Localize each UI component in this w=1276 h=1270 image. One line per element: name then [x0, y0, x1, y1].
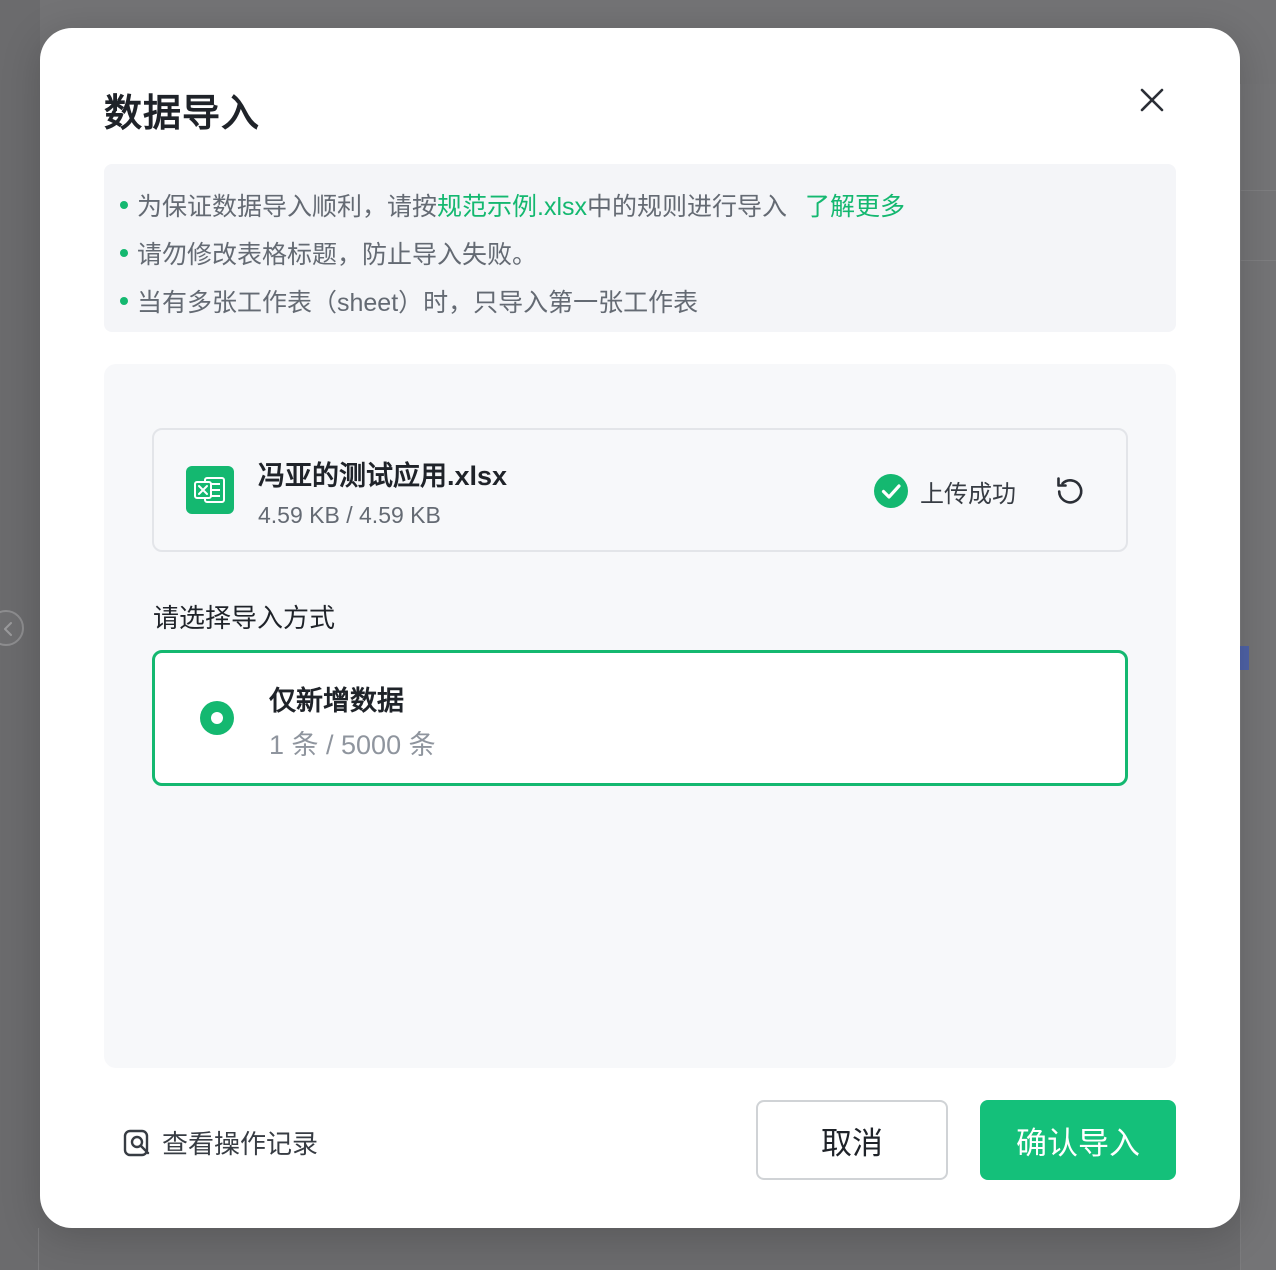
- learn-more-link[interactable]: 了解更多: [805, 187, 905, 223]
- background-table-row: [1240, 260, 1276, 261]
- bullet-dot: [120, 297, 128, 305]
- background-table-edge: [1240, 84, 1276, 1270]
- tip-item: 当有多张工作表（sheet）时，只导入第一张工作表: [120, 277, 1176, 325]
- tip-text: 当有多张工作表（sheet）时，只导入第一张工作表: [137, 289, 699, 317]
- import-method-label: 请选择导入方式: [153, 603, 336, 633]
- tip-text: 中的规则进行导入: [587, 193, 788, 221]
- close-icon: [1140, 88, 1164, 112]
- bullet-dot: [120, 201, 128, 209]
- confirm-import-button[interactable]: 确认导入: [980, 1100, 1176, 1180]
- check-circle-icon: [874, 474, 908, 508]
- background-divider: [38, 1228, 39, 1270]
- excel-file-icon: [186, 466, 234, 514]
- view-history-link[interactable]: 查看操作记录: [122, 1124, 318, 1161]
- import-option-add-only[interactable]: 仅新增数据 1 条 / 5000 条: [152, 650, 1128, 786]
- upload-status: 上传成功: [874, 474, 1016, 508]
- tip-item: 为保证数据导入顺利，请按 规范示例.xlsx 中的规则进行导入 了解更多: [120, 181, 1176, 229]
- uploaded-file-card: 冯亚的测试应用.xlsx 4.59 KB / 4.59 KB 上传成功: [152, 428, 1128, 552]
- close-button[interactable]: [1132, 80, 1172, 120]
- reupload-button[interactable]: [1052, 472, 1088, 508]
- file-size: 4.59 KB / 4.59 KB: [258, 502, 441, 528]
- import-tips: 为保证数据导入顺利，请按 规范示例.xlsx 中的规则进行导入 了解更多 请勿修…: [104, 164, 1176, 332]
- background-table-row: [1240, 190, 1276, 191]
- bullet-dot: [120, 249, 128, 257]
- view-history-label: 查看操作记录: [162, 1129, 319, 1159]
- tip-text: 请勿修改表格标题，防止导入失败。: [137, 241, 538, 269]
- import-dialog: 数据导入 为保证数据导入顺利，请按 规范示例.xlsx 中的规则进行导入 了解更…: [40, 28, 1240, 1228]
- radio-selected[interactable]: [200, 701, 234, 735]
- upload-status-text: 上传成功: [920, 480, 1016, 508]
- option-title: 仅新增数据: [269, 686, 404, 716]
- tip-item: 请勿修改表格标题，防止导入失败。: [120, 229, 1176, 277]
- background-selection-marker: [1240, 646, 1249, 670]
- refresh-icon: [1057, 477, 1083, 504]
- chevron-left-icon: [4, 622, 12, 636]
- collapse-sidebar-button[interactable]: [0, 610, 24, 646]
- dialog-title: 数据导入: [104, 93, 261, 135]
- cancel-button[interactable]: 取消: [756, 1100, 948, 1180]
- option-count: 1 条 / 5000 条: [269, 730, 436, 760]
- file-name: 冯亚的测试应用.xlsx: [258, 461, 508, 491]
- search-record-icon: [123, 1129, 150, 1156]
- tip-text: 为保证数据导入顺利，请按: [137, 193, 438, 221]
- import-panel: 冯亚的测试应用.xlsx 4.59 KB / 4.59 KB 上传成功 请选择导…: [104, 364, 1176, 1068]
- example-file-link[interactable]: 规范示例.xlsx: [437, 187, 587, 223]
